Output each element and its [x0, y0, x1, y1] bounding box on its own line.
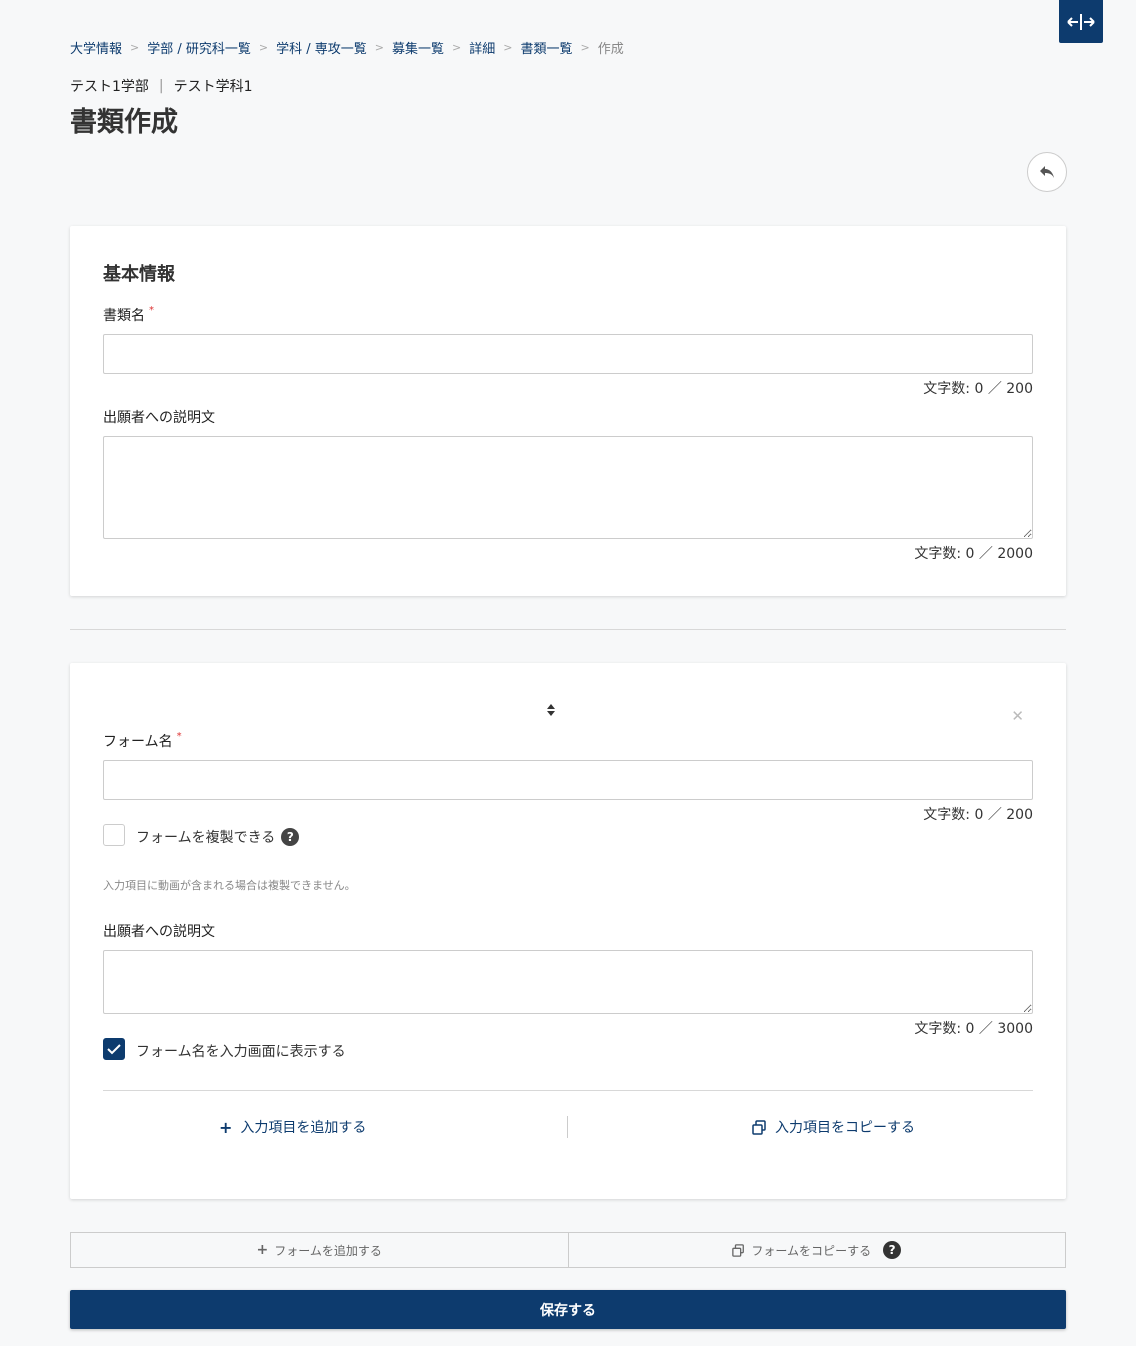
- form-name-label: フォーム名 *: [103, 731, 182, 751]
- form-desc-label: 出願者への説明文: [103, 924, 215, 940]
- show-form-name-label: フォーム名を入力画面に表示する: [136, 1044, 346, 1060]
- required-mark: *: [176, 731, 182, 742]
- duplicable-option: フォームを複製できる ?: [136, 827, 300, 847]
- help-icon[interactable]: ?: [883, 1241, 902, 1259]
- breadcrumb-link-recruitments[interactable]: 募集一覧: [392, 38, 444, 57]
- section-title-basic-info: 基本情報: [103, 264, 175, 285]
- duplicable-label: フォームを複製できる: [136, 830, 276, 846]
- doc-desc-textarea[interactable]: [103, 436, 1033, 539]
- add-item-button[interactable]: + 入力項目を追加する: [219, 1117, 366, 1137]
- section-divider: [70, 629, 1066, 630]
- sort-icon[interactable]: [544, 701, 558, 719]
- doc-desc-char-counter: 文字数: 0 ／ 2000: [914, 546, 1033, 562]
- breadcrumb-separator: >: [374, 41, 384, 54]
- breadcrumb-link-faculties[interactable]: 学部 / 研究科一覧: [147, 38, 251, 57]
- breadcrumb-separator: >: [452, 41, 462, 54]
- copy-icon: [732, 1243, 745, 1257]
- show-form-name-checkbox[interactable]: [103, 1038, 125, 1060]
- breadcrumb: 大学情報 > 学部 / 研究科一覧 > 学科 / 専攻一覧 > 募集一覧 > 詳…: [70, 38, 624, 57]
- subtitle-divider: |: [158, 78, 164, 94]
- breadcrumb-link-departments[interactable]: 学科 / 専攻一覧: [276, 38, 367, 57]
- duplicable-checkbox[interactable]: [103, 824, 125, 846]
- form-name-label-text: フォーム名: [103, 734, 173, 750]
- add-item-label: 入力項目を追加する: [240, 1120, 367, 1136]
- expand-width-button[interactable]: [1059, 0, 1103, 43]
- plus-icon: +: [219, 1117, 233, 1137]
- form-card: ✕ フォーム名 * 文字数: 0 ／ 200 フォームを複製できる ? 入力項目に…: [70, 663, 1066, 1199]
- breadcrumb-link-detail[interactable]: 詳細: [469, 38, 495, 57]
- doc-desc-label: 出願者への説明文: [103, 410, 215, 426]
- help-icon[interactable]: ?: [281, 828, 300, 846]
- copy-form-label: フォームをコピーする: [751, 1243, 872, 1258]
- doc-name-label-text: 書類名: [103, 308, 145, 324]
- breadcrumb-link-university[interactable]: 大学情報: [70, 38, 122, 57]
- doc-name-label: 書類名 *: [103, 305, 154, 325]
- copy-icon: [752, 1119, 766, 1135]
- show-form-name-option: フォーム名を入力画面に表示する: [136, 1041, 346, 1061]
- form-management-buttons: + フォームを追加する フォームをコピーする ?: [70, 1232, 1066, 1268]
- action-separator: [567, 1116, 568, 1138]
- doc-name-char-counter: 文字数: 0 ／ 200: [923, 381, 1033, 397]
- undo-icon: [1040, 166, 1054, 178]
- expand-horizontal-icon: [1067, 13, 1095, 30]
- breadcrumb-separator: >: [258, 41, 269, 54]
- copy-form-button[interactable]: フォームをコピーする ?: [568, 1232, 1066, 1268]
- close-icon[interactable]: ✕: [1011, 707, 1024, 725]
- back-button[interactable]: [1027, 152, 1067, 192]
- breadcrumb-separator: >: [130, 41, 140, 54]
- save-button[interactable]: 保存する: [70, 1290, 1066, 1329]
- faculty-name: テスト1学部: [70, 79, 149, 95]
- breadcrumb-link-documents[interactable]: 書類一覧: [520, 38, 572, 57]
- form-name-char-counter: 文字数: 0 ／ 200: [923, 807, 1033, 823]
- plus-icon: +: [256, 1242, 269, 1258]
- breadcrumb-separator: >: [580, 41, 590, 54]
- form-desc-char-counter: 文字数: 0 ／ 3000: [914, 1021, 1033, 1037]
- breadcrumb-separator: >: [503, 41, 513, 54]
- breadcrumb-current: 作成: [597, 42, 624, 57]
- required-mark: *: [149, 305, 154, 316]
- duplicable-note: 入力項目に動画が含まれる場合は複製できません。: [103, 879, 356, 892]
- check-icon: [107, 1044, 121, 1055]
- copy-item-button[interactable]: 入力項目をコピーする: [752, 1117, 915, 1137]
- doc-name-input[interactable]: [103, 334, 1033, 374]
- copy-item-label: 入力項目をコピーする: [775, 1120, 915, 1136]
- form-actions-divider: [103, 1090, 1033, 1091]
- form-name-input[interactable]: [103, 760, 1033, 800]
- add-form-button[interactable]: + フォームを追加する: [70, 1232, 569, 1268]
- page-title: 書類作成: [70, 107, 178, 138]
- add-form-label: フォームを追加する: [274, 1243, 382, 1258]
- department-name: テスト学科1: [173, 79, 253, 95]
- basic-info-card: 基本情報 書類名 * 文字数: 0 ／ 200 出願者への説明文 文字数: 0 ／…: [70, 226, 1066, 596]
- page-subtitle: テスト1学部 | テスト学科1: [70, 76, 253, 96]
- form-desc-textarea[interactable]: [103, 950, 1033, 1014]
